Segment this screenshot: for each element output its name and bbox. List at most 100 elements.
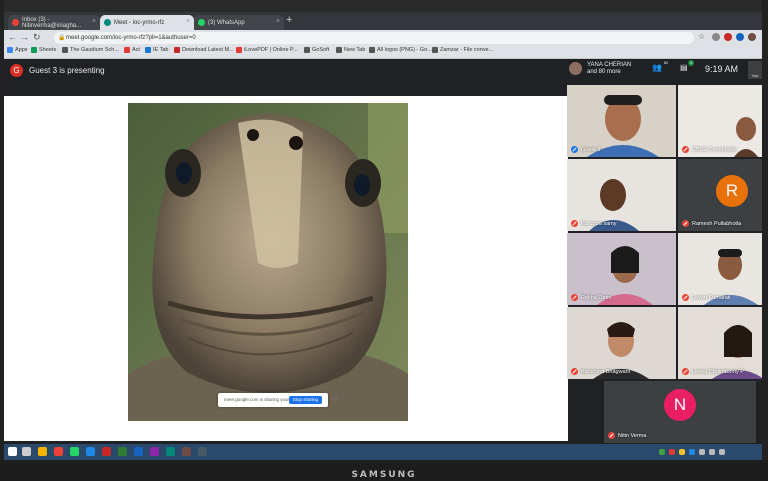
self-view[interactable]: You	[748, 61, 762, 79]
close-icon[interactable]: ×	[186, 18, 190, 25]
url-input[interactable]: 🔒 meet.google.com/ioc-yrmo-rfz?pli=1&aut…	[54, 32, 694, 44]
tab-label: (3) WhatsApp	[208, 19, 245, 26]
app-icon[interactable]	[150, 447, 159, 456]
tray-icon[interactable]	[689, 449, 695, 455]
participant-label: Karuppa samy	[571, 220, 616, 227]
avatar: N	[664, 389, 696, 421]
mic-off-icon	[571, 294, 578, 301]
meet-window: G Guest 3 is presenting meet.google.com …	[4, 59, 762, 444]
participant-tile[interactable]: Karishma Bhagwani	[567, 307, 676, 379]
close-icon[interactable]: ×	[92, 18, 96, 25]
act-icon	[124, 47, 130, 53]
app-icon[interactable]	[182, 447, 191, 456]
file-explorer-icon[interactable]	[38, 447, 47, 456]
lock-icon: 🔒	[58, 35, 66, 41]
participant-tile[interactable]: Guest 3	[567, 85, 676, 157]
presentation-stage: meet.google.com is sharing your screen. …	[4, 96, 568, 441]
close-icon[interactable]: ×	[276, 18, 280, 25]
volume-icon[interactable]	[709, 449, 715, 455]
whatsapp-icon	[198, 19, 205, 26]
excel-icon[interactable]	[118, 447, 127, 456]
edge-icon[interactable]	[86, 447, 95, 456]
word-icon[interactable]	[134, 447, 143, 456]
wifi-icon[interactable]	[699, 449, 705, 455]
windows-taskbar	[4, 444, 762, 460]
participants-header: YANA CHERIAN and 80 more 👥 82 ▤ 3 9:19 A…	[567, 59, 762, 85]
tray-icon[interactable]	[669, 449, 675, 455]
bookmark-ie-tab[interactable]: IE Tab	[145, 47, 169, 53]
profile-avatar[interactable]	[748, 33, 756, 41]
tab-inbox[interactable]: Inbox (3) - Nitinverma@iniagha... ×	[8, 15, 100, 30]
meet-icon[interactable]	[166, 447, 175, 456]
tortoise-image-svg	[128, 103, 408, 421]
globe-icon	[432, 47, 438, 53]
mic-off-icon	[682, 220, 689, 227]
back-icon[interactable]: ←	[8, 32, 17, 42]
participant-label: Nitin Verma	[608, 432, 646, 439]
browser-tab-bar: Inbox (3) - Nitinverma@iniagha... × Meet…	[4, 12, 762, 30]
presenter-avatar: G	[10, 64, 23, 77]
reload-icon[interactable]: ↻	[33, 32, 41, 43]
monitor-bezel-right	[762, 0, 768, 481]
start-icon[interactable]	[8, 447, 17, 456]
tab-whatsapp[interactable]: (3) WhatsApp ×	[194, 15, 284, 30]
people-icon[interactable]: 👥	[652, 63, 662, 72]
extension-icon[interactable]	[712, 33, 720, 41]
participant-tile[interactable]: Karuppa samy	[567, 159, 676, 231]
new-tab-icon[interactable]: +	[286, 14, 292, 26]
apps-grid-icon	[7, 47, 13, 53]
bookmark-apps[interactable]: Apps	[7, 47, 28, 53]
bookmark-gosoft[interactable]: GoSoft	[304, 47, 329, 53]
participant-tile[interactable]: R Ramesh Pullabhotla	[678, 159, 762, 231]
bookmark-act[interactable]: Act	[124, 47, 140, 53]
people-count: 82	[663, 60, 669, 65]
chat-badge: 3	[688, 60, 694, 66]
bookmark-sheets[interactable]: Sheets	[31, 47, 56, 53]
tab-label: Inbox (3) - Nitinverma@iniagha...	[22, 16, 82, 29]
participant-label: Ramesh Pullabhotla	[682, 220, 741, 227]
bookmark-new-tab[interactable]: New Tab	[336, 47, 365, 53]
globe-icon	[62, 47, 68, 53]
chat-icon[interactable]: ▤	[680, 63, 688, 72]
participant-tile[interactable]: N Nitin Verma	[604, 381, 756, 443]
stop-sharing-button[interactable]: Stop sharing	[288, 396, 322, 404]
tray-icon[interactable]	[659, 449, 665, 455]
bookmark-zamzar[interactable]: Zamzar - File conve...	[432, 47, 493, 53]
participant-tile[interactable]: CBSE Coordinator	[678, 85, 762, 157]
participant-tile[interactable]: Leena Chakraborty P	[678, 307, 762, 379]
tab-meet[interactable]: Meet - ioc-yrmo-rfz ×	[100, 15, 194, 30]
presenter-text: Guest 3 is presenting	[29, 66, 105, 75]
search-icon[interactable]	[22, 447, 31, 456]
participant-tile[interactable]: Lavan Kumarati	[678, 233, 762, 305]
avatar	[569, 62, 582, 75]
battery-icon[interactable]	[719, 449, 725, 455]
participant-tile[interactable]: Rekha Dass	[567, 233, 676, 305]
bookmark-gaudium[interactable]: The Gaudium Sch...	[62, 47, 119, 53]
globe-icon	[369, 47, 375, 53]
bookmark-logos[interactable]: All logos (PNG) - Go...	[369, 47, 432, 53]
screen: Inbox (3) - Nitinverma@iniagha... × Meet…	[4, 12, 762, 460]
mic-off-icon	[571, 368, 578, 375]
whatsapp-icon[interactable]	[70, 447, 79, 456]
download-icon	[174, 47, 180, 53]
bookmark-ilovepdf[interactable]: iLovePDF | Online P...	[236, 47, 298, 53]
monitor-bezel-top	[0, 0, 768, 12]
mic-off-icon	[682, 368, 689, 375]
bookmark-star-icon[interactable]: ☆	[698, 32, 705, 41]
bookmark-download[interactable]: Download Latest M...	[174, 47, 234, 53]
tray-icon[interactable]	[679, 449, 685, 455]
globe-icon	[304, 47, 310, 53]
mic-icon	[571, 146, 578, 153]
forward-icon[interactable]: →	[20, 32, 29, 42]
gmail-icon	[12, 19, 19, 26]
extension-icon[interactable]	[724, 33, 732, 41]
app-icon[interactable]	[198, 447, 207, 456]
mic-off-icon	[571, 220, 578, 227]
mic-off-icon	[608, 432, 615, 439]
pdf-icon	[236, 47, 242, 53]
app-icon[interactable]	[102, 447, 111, 456]
participant-label: Lavan Kumarati	[682, 294, 731, 301]
extension-icon[interactable]	[736, 33, 744, 41]
chrome-icon[interactable]	[54, 447, 63, 456]
hide-button[interactable]: Hide	[330, 396, 339, 401]
